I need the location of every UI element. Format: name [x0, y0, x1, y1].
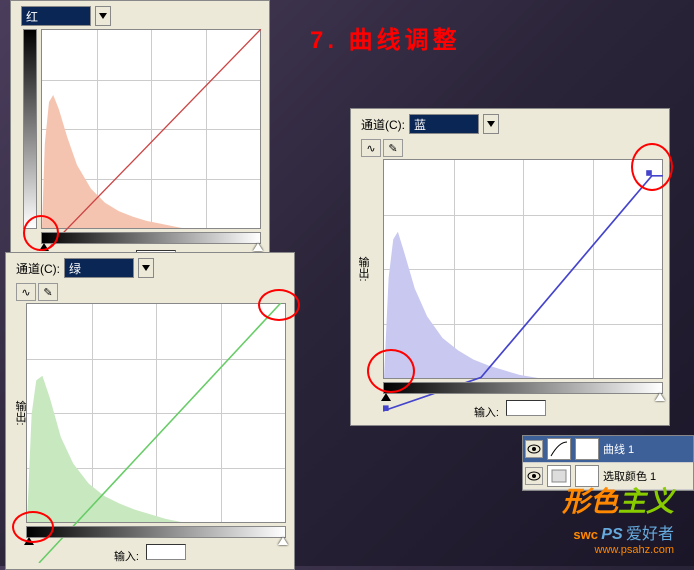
watermark-text: 爱好者: [626, 526, 674, 543]
channel-select-green[interactable]: 绿: [64, 258, 134, 278]
tools-row: ∿ ✎: [8, 281, 292, 303]
output-axis-label: 输出:: [355, 256, 371, 281]
channel-select-red[interactable]: 红: [21, 6, 91, 26]
layer-name: 曲线 1: [603, 441, 691, 457]
channel-label: 通道(C):: [361, 116, 405, 133]
channel-row: 通道(C): 绿: [8, 255, 292, 281]
watermark: 形色主义 swc PS 爱好者 www.psahz.com: [562, 480, 674, 556]
watermark-text: swc: [573, 527, 598, 542]
eye-icon: [527, 471, 541, 481]
pencil-tool-button[interactable]: ✎: [38, 283, 58, 301]
channel-row: 红: [13, 3, 267, 29]
curves-panel-blue: 通道(C): 蓝 ∿ ✎ 输出: 输入:: [350, 108, 670, 426]
y-gradient: [23, 29, 37, 229]
curve-graph-blue[interactable]: 输出:: [383, 159, 663, 379]
layer-row-curves[interactable]: 曲线 1: [523, 436, 693, 463]
channel-select-blue[interactable]: 蓝: [409, 114, 479, 134]
white-slider[interactable]: [278, 537, 288, 545]
x-gradient: [383, 382, 663, 394]
step-title: 7. 曲线调整: [310, 20, 461, 55]
layer-thumbnail[interactable]: [547, 438, 571, 460]
black-slider[interactable]: [381, 393, 391, 401]
channel-row: 通道(C): 蓝: [353, 111, 667, 137]
dropdown-button[interactable]: [95, 6, 111, 26]
input-value-field[interactable]: [146, 544, 186, 560]
curve-tool-button[interactable]: ∿: [361, 139, 381, 157]
watermark-text: 形色: [562, 486, 618, 517]
watermark-sub: swc PS 爱好者: [562, 520, 674, 544]
chevron-down-icon: [142, 265, 150, 271]
layer-mask-thumbnail[interactable]: [575, 438, 599, 460]
watermark-text: PS: [601, 526, 622, 543]
x-gradient: [41, 232, 261, 244]
watermark-brand: 形色主义: [562, 480, 674, 520]
channel-label: 通道(C):: [16, 260, 60, 277]
white-slider[interactable]: [253, 243, 263, 251]
watermark-url: www.psahz.com: [562, 544, 674, 556]
pencil-tool-button[interactable]: ✎: [383, 139, 403, 157]
dropdown-button[interactable]: [483, 114, 499, 134]
white-slider[interactable]: [655, 393, 665, 401]
visibility-toggle[interactable]: [525, 440, 543, 458]
input-label: 输入:: [474, 407, 499, 419]
dropdown-button[interactable]: [138, 258, 154, 278]
curve-graph-green[interactable]: 输出:: [26, 303, 286, 523]
input-row: 输入:: [353, 397, 667, 423]
grid: [26, 303, 286, 523]
curves-panel-green: 通道(C): 绿 ∿ ✎ 输出: 输入:: [5, 252, 295, 570]
grid: [383, 159, 663, 379]
input-label: 输入:: [114, 551, 139, 563]
visibility-toggle[interactable]: [525, 467, 543, 485]
curves-panel-red: 红 输入:: [10, 0, 270, 276]
chevron-down-icon: [487, 121, 495, 127]
tools-row: ∿ ✎: [353, 137, 667, 159]
curve-tool-button[interactable]: ∿: [16, 283, 36, 301]
x-gradient: [26, 526, 286, 538]
eye-icon: [527, 444, 541, 454]
grid: [41, 29, 261, 229]
input-row: 输入:: [8, 541, 292, 567]
curves-adjustment-icon: [549, 440, 569, 458]
chevron-down-icon: [99, 13, 107, 19]
black-slider[interactable]: [39, 243, 49, 251]
watermark-text: 主义: [618, 486, 674, 517]
black-slider[interactable]: [24, 537, 34, 545]
input-value-field[interactable]: [506, 400, 546, 416]
curve-graph-red[interactable]: [41, 29, 261, 229]
